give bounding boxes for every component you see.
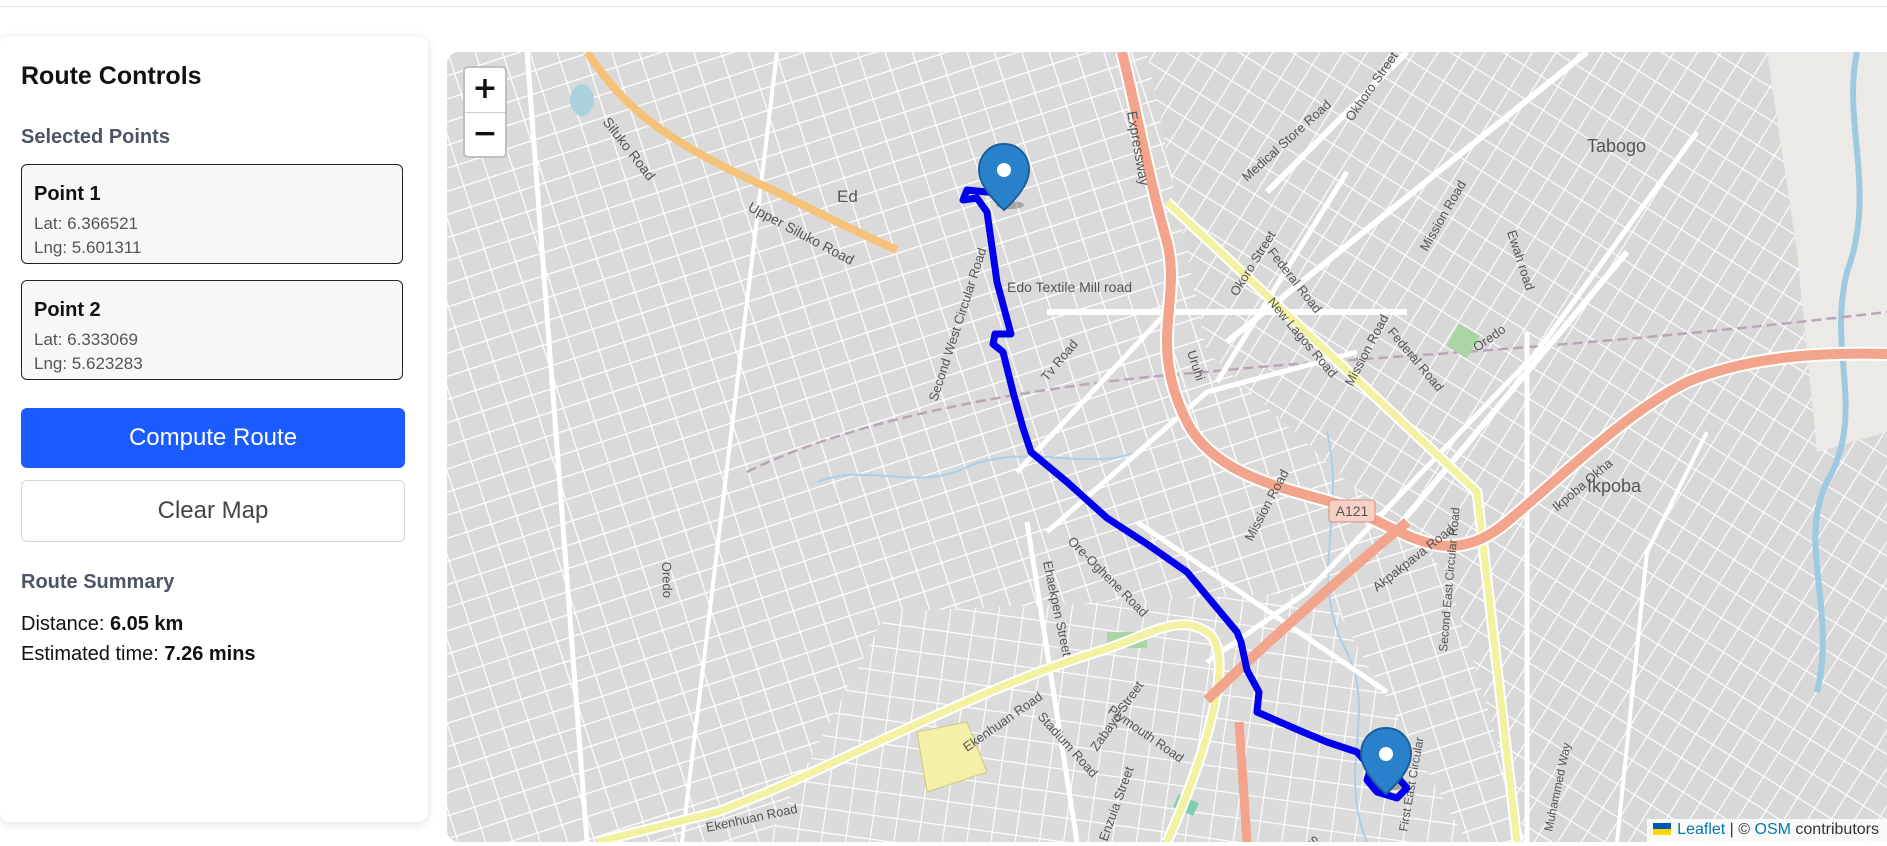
attribution-separator: | © <box>1725 821 1755 838</box>
point-1-lat: Lat: 6.366521 <box>34 214 138 233</box>
map-attribution: Leaflet | © OSM contributors <box>1647 819 1887 842</box>
point-card-2: Point 2 Lat: 6.333069 Lng: 5.623283 <box>21 280 403 380</box>
map-container[interactable]: A121 Siluko Road Upper Siluko Road Edo T… <box>447 52 1887 842</box>
zoom-in-button[interactable]: + <box>465 68 505 112</box>
marker-1-dot <box>997 163 1011 177</box>
distance-value: 6.05 km <box>109 613 184 635</box>
time-label: Estimated time: <box>21 643 165 665</box>
point-card-1: Point 1 Lat: 6.366521 Lng: 5.601311 <box>21 164 403 264</box>
panel-title: Route Controls <box>21 62 202 90</box>
point-1-name: Point 1 <box>34 183 101 205</box>
map-label-edo-textile: Edo Textile Mill road <box>1007 279 1132 295</box>
attribution-contributors: contributors <box>1790 821 1879 838</box>
clear-map-button[interactable]: Clear Map <box>21 480 405 542</box>
point-2-name: Point 2 <box>34 299 101 321</box>
map-label-tabogo: Tabogo <box>1587 136 1646 156</box>
distance-label: Distance: <box>21 613 110 635</box>
map-pond <box>570 84 594 116</box>
point-2-lat: Lat: 6.333069 <box>34 330 138 349</box>
route-summary-label: Route Summary <box>21 571 175 593</box>
map-tiles[interactable]: A121 Siluko Road Upper Siluko Road Edo T… <box>447 52 1887 842</box>
time-line: Estimated time: 7.26 mins <box>21 643 256 666</box>
point-2-lng: Lng: 5.623283 <box>34 354 143 373</box>
time-value: 7.26 mins <box>164 643 256 665</box>
distance-line: Distance: 6.05 km <box>21 613 183 636</box>
marker-2-dot <box>1379 747 1393 761</box>
leaflet-link[interactable]: Leaflet <box>1677 821 1725 838</box>
zoom-control: + − <box>463 66 507 158</box>
map-label-edo-area: Ed <box>837 187 858 206</box>
selected-points-label: Selected Points <box>21 126 170 148</box>
compute-route-button[interactable]: Compute Route <box>21 408 405 468</box>
ukraine-flag-icon <box>1653 823 1672 835</box>
point-1-lng: Lng: 5.601311 <box>34 238 142 257</box>
map-label-a121: A121 <box>1336 503 1369 519</box>
top-divider <box>0 6 1887 7</box>
osm-link[interactable]: OSM <box>1755 821 1791 838</box>
zoom-out-button[interactable]: − <box>465 112 505 157</box>
map-label-oredo: Oredo <box>659 562 675 599</box>
